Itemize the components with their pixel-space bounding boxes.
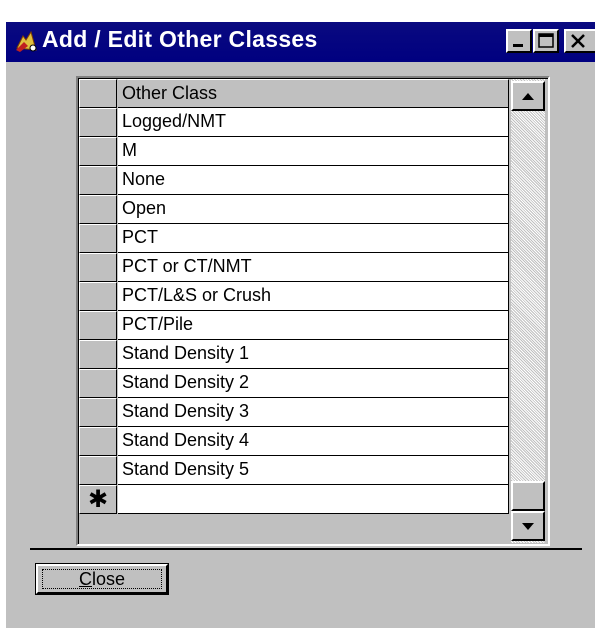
row-selector[interactable]	[79, 195, 117, 224]
header-row: Other Class	[79, 79, 509, 108]
close-label-rest: lose	[91, 569, 126, 589]
table-row[interactable]: PCT	[79, 224, 509, 253]
row-selector[interactable]	[79, 427, 117, 456]
scroll-down-button[interactable]	[511, 511, 545, 541]
select-all-corner[interactable]	[79, 79, 117, 108]
table-cell[interactable]: Stand Density 4	[118, 427, 509, 456]
row-selector[interactable]	[79, 398, 117, 427]
new-record-row[interactable]: ✱	[79, 485, 509, 514]
row-selector[interactable]	[79, 224, 117, 253]
row-selector[interactable]	[79, 253, 117, 282]
table-row[interactable]: Stand Density 2	[79, 369, 509, 398]
close-mnemonic: C	[78, 569, 92, 589]
row-selector[interactable]	[79, 282, 117, 311]
row-selector[interactable]	[79, 137, 117, 166]
table-cell[interactable]: PCT/L&S or Crush	[118, 282, 509, 311]
table-cell[interactable]: PCT	[118, 224, 509, 253]
close-button-label: Close	[42, 569, 162, 589]
close-button[interactable]: Close	[35, 563, 169, 595]
table-row[interactable]: Logged/NMT	[79, 108, 509, 137]
table-cell[interactable]: Stand Density 1	[118, 340, 509, 369]
grid-body: Other Class Logged/NMT M None Open PCT P…	[78, 78, 548, 544]
table-row[interactable]: Open	[79, 195, 509, 224]
minimize-icon	[513, 44, 523, 47]
close-window-button[interactable]	[564, 29, 595, 53]
table-cell[interactable]: M	[118, 137, 509, 166]
table-row[interactable]: Stand Density 3	[79, 398, 509, 427]
title-bar[interactable]: Add / Edit Other Classes	[6, 12, 595, 62]
table-cell[interactable]: Stand Density 3	[118, 398, 509, 427]
minimize-button[interactable]	[506, 29, 532, 53]
separator-line	[30, 548, 582, 550]
new-record-cell[interactable]	[118, 485, 509, 514]
scroll-thumb[interactable]	[511, 481, 545, 511]
window-title: Add / Edit Other Classes	[42, 26, 318, 52]
dialog-window: Add / Edit Other Classes Other Class Log…	[6, 12, 595, 628]
table-cell[interactable]: Logged/NMT	[118, 108, 509, 137]
row-selector[interactable]	[79, 456, 117, 485]
row-selector[interactable]	[79, 108, 117, 137]
table-row[interactable]: Stand Density 4	[79, 427, 509, 456]
other-class-grid[interactable]: Other Class Logged/NMT M None Open PCT P…	[76, 76, 550, 546]
new-record-icon: ✱	[87, 485, 109, 513]
table-cell[interactable]: Stand Density 2	[118, 369, 509, 398]
app-icon[interactable]	[14, 28, 40, 54]
scroll-up-button[interactable]	[511, 81, 545, 111]
table-row[interactable]: M	[79, 137, 509, 166]
row-selector[interactable]	[79, 166, 117, 195]
table-cell[interactable]: Open	[118, 195, 509, 224]
table-cell[interactable]: Stand Density 5	[118, 456, 509, 485]
arrow-down-icon	[522, 523, 534, 530]
table-cell[interactable]: PCT/Pile	[118, 311, 509, 340]
table-row[interactable]: None	[79, 166, 509, 195]
new-record-selector[interactable]: ✱	[79, 485, 117, 514]
column-header-other-class[interactable]: Other Class	[118, 79, 509, 108]
row-selector[interactable]	[79, 340, 117, 369]
table-row[interactable]: Stand Density 5	[79, 456, 509, 485]
maximize-button[interactable]	[533, 29, 559, 53]
table-row[interactable]: Stand Density 1	[79, 340, 509, 369]
table-row[interactable]: PCT/L&S or Crush	[79, 282, 509, 311]
row-selector[interactable]	[79, 369, 117, 398]
close-icon	[571, 34, 585, 48]
table-row[interactable]: PCT or CT/NMT	[79, 253, 509, 282]
maximize-icon	[538, 33, 554, 48]
arrow-up-icon	[522, 93, 534, 100]
vertical-scrollbar[interactable]	[511, 79, 545, 543]
row-selector[interactable]	[79, 311, 117, 340]
table-row[interactable]: PCT/Pile	[79, 311, 509, 340]
table-cell[interactable]: None	[118, 166, 509, 195]
table-cell[interactable]: PCT or CT/NMT	[118, 253, 509, 282]
